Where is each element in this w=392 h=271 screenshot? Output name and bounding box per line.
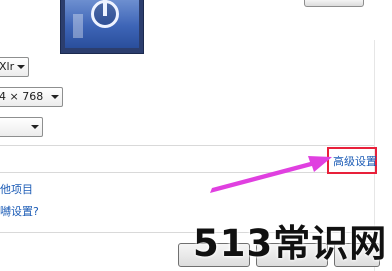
arrow-shape <box>210 156 332 193</box>
watermark-text: 513常识网 <box>193 222 388 265</box>
